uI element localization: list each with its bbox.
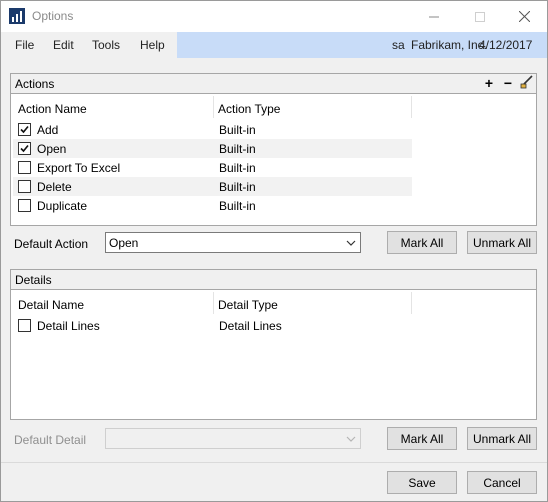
company-name: Fabrikam, Inc.	[411, 38, 488, 52]
detail-type: Detail Lines	[219, 319, 282, 333]
menu-edit[interactable]: Edit	[53, 38, 74, 52]
list-item[interactable]: Duplicate Built-in	[13, 196, 412, 215]
action-type: Built-in	[219, 161, 256, 175]
row-checkbox[interactable]	[18, 180, 31, 193]
col-separator	[411, 292, 412, 314]
details-title: Details	[15, 273, 52, 287]
col-separator	[213, 96, 214, 118]
action-type: Built-in	[219, 123, 256, 137]
edit-icon[interactable]	[519, 75, 535, 92]
actions-title: Actions	[15, 77, 55, 91]
chevron-down-icon	[346, 240, 356, 246]
action-name: Delete	[37, 180, 72, 194]
actions-mark-all-button[interactable]: Mark All	[387, 231, 457, 254]
action-type: Built-in	[219, 180, 256, 194]
row-checkbox[interactable]	[18, 199, 31, 212]
footer-divider	[1, 462, 547, 463]
detail-name: Detail Lines	[37, 319, 100, 333]
checkmark-icon	[20, 125, 29, 134]
details-group: Details Detail Name Detail Type Detail L…	[10, 269, 537, 420]
close-button[interactable]	[501, 1, 547, 32]
col-detail-type[interactable]: Detail Type	[218, 292, 278, 316]
action-name: Add	[37, 123, 59, 137]
action-name: Open	[37, 142, 67, 156]
list-item[interactable]: Open Built-in	[13, 139, 412, 158]
menu-help[interactable]: Help	[140, 38, 165, 52]
row-checkbox[interactable]	[18, 161, 31, 174]
details-mark-all-button[interactable]: Mark All	[387, 427, 457, 450]
actions-group: Actions + − Action Name Action Type Add …	[10, 73, 537, 226]
row-checkbox[interactable]	[18, 319, 31, 332]
list-item[interactable]: Detail Lines Detail Lines	[13, 316, 412, 335]
actions-header: Actions + −	[11, 74, 536, 94]
list-item[interactable]: Add Built-in	[13, 120, 412, 139]
checkmark-icon	[20, 144, 29, 153]
chevron-down-icon	[346, 436, 356, 442]
default-detail-label: Default Detail	[14, 433, 87, 447]
list-item[interactable]: Delete Built-in	[13, 177, 412, 196]
actions-unmark-all-button[interactable]: Unmark All	[467, 231, 537, 254]
details-header: Details	[11, 270, 536, 290]
menu-file[interactable]: File	[15, 38, 34, 52]
minimize-button[interactable]	[411, 1, 457, 32]
title-bar: Options	[1, 1, 547, 32]
default-detail-select[interactable]	[105, 428, 361, 449]
cancel-button[interactable]: Cancel	[467, 471, 537, 494]
remove-icon[interactable]: −	[500, 75, 516, 92]
col-detail-name[interactable]: Detail Name	[18, 292, 84, 316]
action-name: Duplicate	[37, 199, 88, 213]
app-bar-chart-icon	[9, 8, 25, 24]
action-type: Built-in	[219, 199, 256, 213]
menu-tools[interactable]: Tools	[92, 38, 120, 52]
col-separator	[213, 292, 214, 314]
menu-bar: File Edit Tools Help sa Fabrikam, Inc. 4…	[1, 32, 547, 58]
action-name: Export To Excel	[37, 161, 121, 175]
row-checkbox[interactable]	[18, 142, 31, 155]
default-action-label: Default Action	[14, 237, 89, 251]
default-action-select[interactable]: Open	[105, 232, 361, 253]
minimize-icon	[429, 16, 439, 17]
close-icon	[518, 11, 530, 22]
user-date: 4/12/2017	[479, 38, 533, 52]
action-type: Built-in	[219, 142, 256, 156]
user-name: sa	[392, 38, 405, 52]
col-separator	[411, 96, 412, 118]
maximize-icon	[475, 11, 485, 22]
default-action-value: Open	[109, 236, 139, 250]
save-button[interactable]: Save	[387, 471, 457, 494]
col-action-type[interactable]: Action Type	[218, 96, 280, 120]
maximize-button[interactable]	[457, 1, 503, 32]
options-window: Options File Edit Tools Help sa Fabrikam…	[0, 0, 548, 502]
row-checkbox[interactable]	[18, 123, 31, 136]
window-title: Options	[32, 9, 74, 23]
col-action-name[interactable]: Action Name	[18, 96, 87, 120]
add-icon[interactable]: +	[481, 75, 497, 92]
list-item[interactable]: Export To Excel Built-in	[13, 158, 412, 177]
details-unmark-all-button[interactable]: Unmark All	[467, 427, 537, 450]
